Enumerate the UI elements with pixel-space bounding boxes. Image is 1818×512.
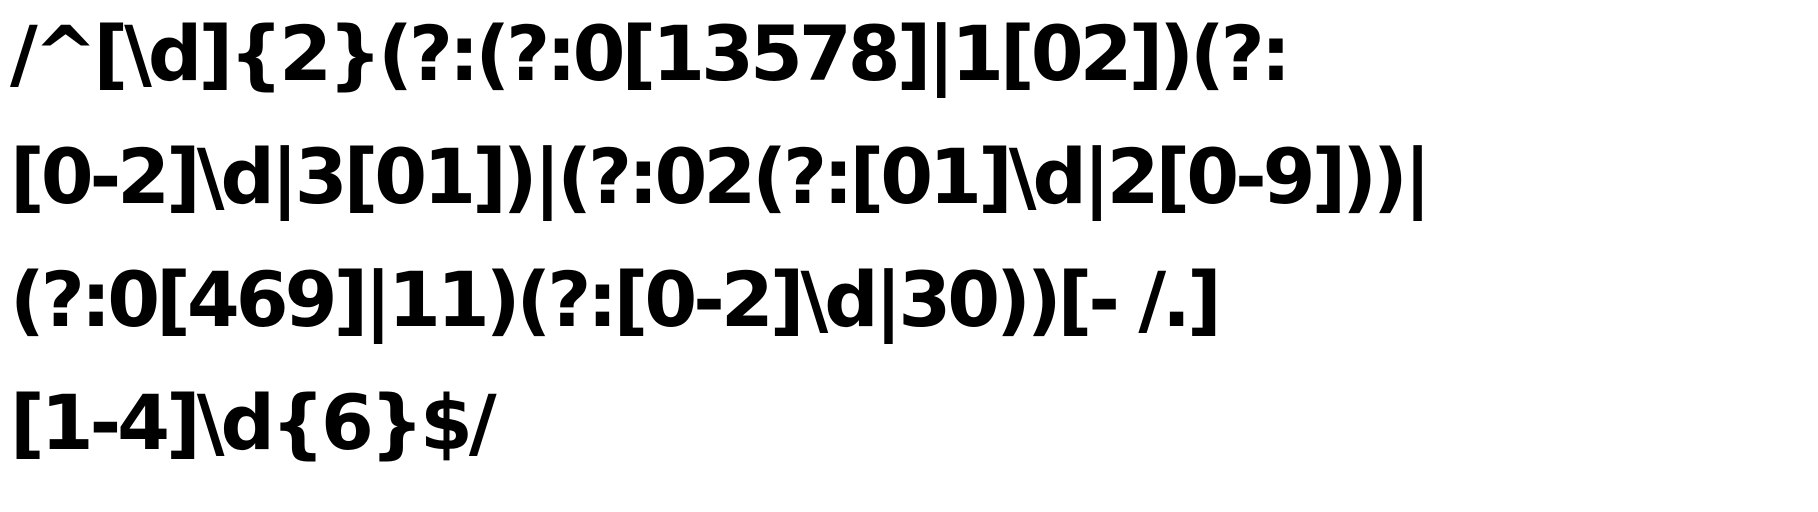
regex-line-3: (?:0[469]|11)(?:[0-2]\d|30))[- /.] [10,255,1222,344]
regex-line-1: /^[\d]{2}(?:(?:0[13578]|1[02])(?: [10,9,1291,98]
regex-line-2: [0-2]\d|3[01])|(?:02(?:[01]\d|2[0-9]))| [10,132,1432,221]
regex-line-4: [1-4]\d{6}$/ [10,378,497,467]
regex-pattern: /^[\d]{2}(?:(?:0[13578]|1[02])(?: [0-2]\… [10,0,1810,512]
